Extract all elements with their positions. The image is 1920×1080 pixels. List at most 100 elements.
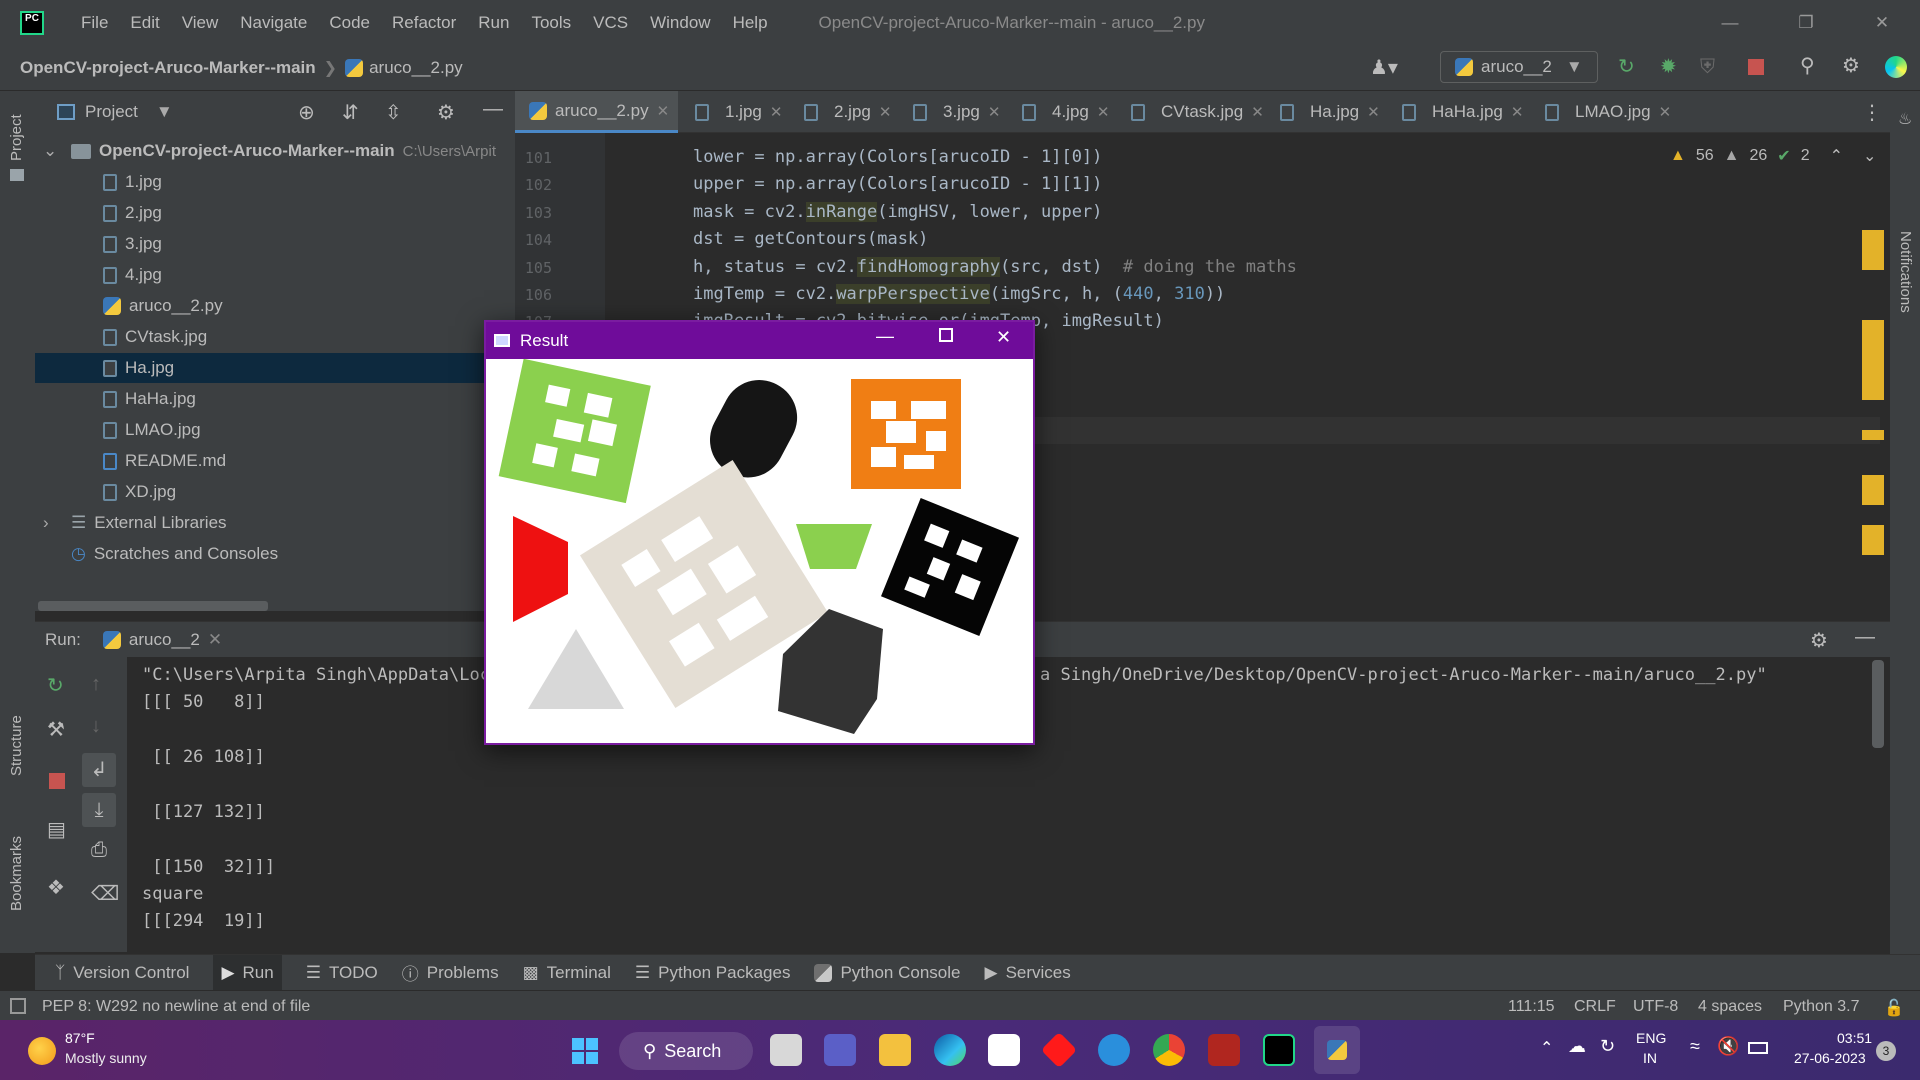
tree-item-2jpg[interactable]: 2.jpg xyxy=(35,198,515,228)
close-tab-icon[interactable]: ✕ xyxy=(879,103,892,121)
debug-icon[interactable]: ✹ xyxy=(1660,57,1677,77)
wifi-icon[interactable]: ≈ xyxy=(1690,1036,1700,1057)
wrench-icon[interactable]: ⚒ xyxy=(47,717,65,742)
clock-time[interactable]: 03:51 xyxy=(1837,1030,1872,1046)
tool-terminal[interactable]: ▩ Terminal xyxy=(523,963,611,983)
tree-item-1jpg[interactable]: 1.jpg xyxy=(35,167,515,197)
weather-icon[interactable] xyxy=(28,1037,56,1065)
indent-setting[interactable]: 4 spaces xyxy=(1698,998,1762,1016)
tree-item-3jpg[interactable]: 3.jpg xyxy=(35,229,515,259)
microsoft-store-icon[interactable] xyxy=(988,1034,1020,1066)
menu-tools[interactable]: Tools xyxy=(520,13,582,33)
tree-item-lmao[interactable]: LMAO.jpg xyxy=(35,415,515,445)
tool-python-console[interactable]: Python Console xyxy=(814,963,960,983)
result-window-titlebar[interactable]: Result — ✕ xyxy=(486,322,1033,359)
settings-icon[interactable]: ⚙ xyxy=(1842,56,1860,76)
menu-vcs[interactable]: VCS xyxy=(582,13,639,33)
chevron-down-icon[interactable]: ▼ xyxy=(156,102,173,122)
status-message[interactable]: PEP 8: W292 no newline at end of file xyxy=(42,998,310,1016)
run-tab[interactable]: aruco__2 xyxy=(129,630,200,650)
scroll-to-end-icon[interactable]: ⤓ xyxy=(82,793,116,827)
tree-item-readme[interactable]: README.md xyxy=(35,446,515,476)
pin-icon[interactable]: ❖ xyxy=(47,875,65,900)
speaker-muted-icon[interactable]: 🔇 xyxy=(1717,1036,1739,1057)
layout-icon[interactable]: ▤ xyxy=(47,817,66,842)
menu-window[interactable]: Window xyxy=(639,13,721,33)
tree-item-ha-selected[interactable]: Ha.jpg xyxy=(35,353,515,383)
rerun-icon[interactable]: ↻ xyxy=(1618,57,1635,77)
tree-scratches[interactable]: ◷ Scratches and Consoles xyxy=(35,539,515,569)
region-indicator[interactable]: IN xyxy=(1643,1050,1657,1066)
task-view-icon[interactable] xyxy=(770,1034,802,1066)
tool-problems[interactable]: ⓘ Problems xyxy=(402,960,499,985)
tool-python-packages[interactable]: ☰ Python Packages xyxy=(635,963,791,983)
chrome-icon[interactable] xyxy=(1153,1034,1185,1066)
run-configuration-select[interactable]: aruco__2 ▼ xyxy=(1440,51,1598,83)
error-stripe[interactable] xyxy=(1862,230,1884,570)
hide-panel-icon[interactable]: — xyxy=(1855,626,1875,649)
bookmarks-stripe-label[interactable]: Bookmarks xyxy=(8,836,25,911)
python-running-app[interactable] xyxy=(1314,1026,1360,1074)
gear-icon[interactable]: ⚙ xyxy=(437,100,455,125)
locate-icon[interactable]: ⊕ xyxy=(298,100,315,125)
up-arrow-icon[interactable]: ↑ xyxy=(91,673,101,696)
hide-panel-icon[interactable]: — xyxy=(483,98,503,121)
notification-badge[interactable]: 3 xyxy=(1876,1041,1896,1061)
close-tab-icon[interactable]: ✕ xyxy=(1097,103,1110,121)
close-tab-icon[interactable]: ✕ xyxy=(1659,103,1672,121)
result-window[interactable]: Result — ✕ xyxy=(484,320,1035,745)
close-tab-icon[interactable]: ✕ xyxy=(988,103,1001,121)
panel-toggle-icon[interactable] xyxy=(10,998,26,1014)
tab-ha[interactable]: Ha.jpg ✕ xyxy=(1280,91,1380,133)
previous-highlight-icon[interactable]: ⌃ xyxy=(1830,146,1843,166)
breadcrumb-project[interactable]: OpenCV-project-Aruco-Marker--main xyxy=(20,58,316,78)
windows-start-icon[interactable] xyxy=(572,1038,598,1064)
tab-cvtask[interactable]: CVtask.jpg ✕ xyxy=(1131,91,1264,133)
warning-marker[interactable] xyxy=(1862,320,1884,400)
tree-item-4jpg[interactable]: 4.jpg xyxy=(35,260,515,290)
user-icon[interactable]: ♟▾ xyxy=(1370,58,1398,78)
tree-item-xd[interactable]: XD.jpg xyxy=(35,477,515,507)
next-highlight-icon[interactable]: ⌄ xyxy=(1863,146,1876,166)
close-tab-icon[interactable]: ✕ xyxy=(1251,103,1264,121)
bell-icon[interactable]: ♨ xyxy=(1898,109,1912,129)
file-encoding[interactable]: UTF-8 xyxy=(1633,998,1678,1016)
tree-root[interactable]: ⌄ OpenCV-project-Aruco-Marker--main C:\U… xyxy=(35,136,515,166)
line-separator[interactable]: CRLF xyxy=(1574,998,1616,1016)
weather-temp[interactable]: 87°F xyxy=(65,1030,95,1046)
tool-run[interactable]: ▶ Run xyxy=(213,954,282,991)
edge-icon[interactable] xyxy=(934,1034,966,1066)
cloud-icon[interactable]: ☁ xyxy=(1568,1036,1586,1057)
close-icon[interactable]: ✕ xyxy=(996,327,1011,348)
chevron-up-icon[interactable]: ⌃ xyxy=(1540,1038,1553,1058)
minimize-icon[interactable]: — xyxy=(876,326,894,347)
teams-icon[interactable] xyxy=(824,1034,856,1066)
menu-help[interactable]: Help xyxy=(722,13,779,33)
collapse-all-icon[interactable]: ⇳ xyxy=(385,100,402,125)
menu-run[interactable]: Run xyxy=(467,13,520,33)
gear-icon[interactable]: ⚙ xyxy=(1810,628,1828,653)
tab-haha[interactable]: HaHa.jpg ✕ xyxy=(1402,91,1523,133)
minimize-icon[interactable]: — xyxy=(1692,0,1768,45)
down-arrow-icon[interactable]: ↓ xyxy=(91,715,101,738)
print-icon[interactable]: ⎙ xyxy=(91,839,107,862)
stop-icon[interactable] xyxy=(49,773,65,789)
tab-3jpg[interactable]: 3.jpg ✕ xyxy=(913,91,1000,133)
weather-desc[interactable]: Mostly sunny xyxy=(65,1050,147,1066)
more-tabs-icon[interactable]: ⋮ xyxy=(1862,91,1882,133)
trash-icon[interactable]: ⌫ xyxy=(91,881,119,906)
rerun-icon[interactable]: ↻ xyxy=(47,673,64,698)
menu-refactor[interactable]: Refactor xyxy=(381,13,467,33)
search-icon[interactable]: ⚲ xyxy=(1800,56,1815,76)
tree-item-aruco-py[interactable]: aruco__2.py xyxy=(35,291,515,321)
anydesk-icon[interactable] xyxy=(1040,1031,1078,1069)
pycharm-taskbar-icon[interactable] xyxy=(1263,1034,1295,1066)
maximize-icon[interactable] xyxy=(939,328,953,342)
menu-edit[interactable]: Edit xyxy=(119,13,170,33)
menu-file[interactable]: File xyxy=(70,13,119,33)
help-app-icon[interactable] xyxy=(1098,1034,1130,1066)
file-explorer-icon[interactable] xyxy=(879,1034,911,1066)
tab-2jpg[interactable]: 2.jpg ✕ xyxy=(804,91,891,133)
tab-aruco-py[interactable]: aruco__2.py ✕ xyxy=(515,91,678,133)
structure-stripe-label[interactable]: Structure xyxy=(8,715,25,776)
